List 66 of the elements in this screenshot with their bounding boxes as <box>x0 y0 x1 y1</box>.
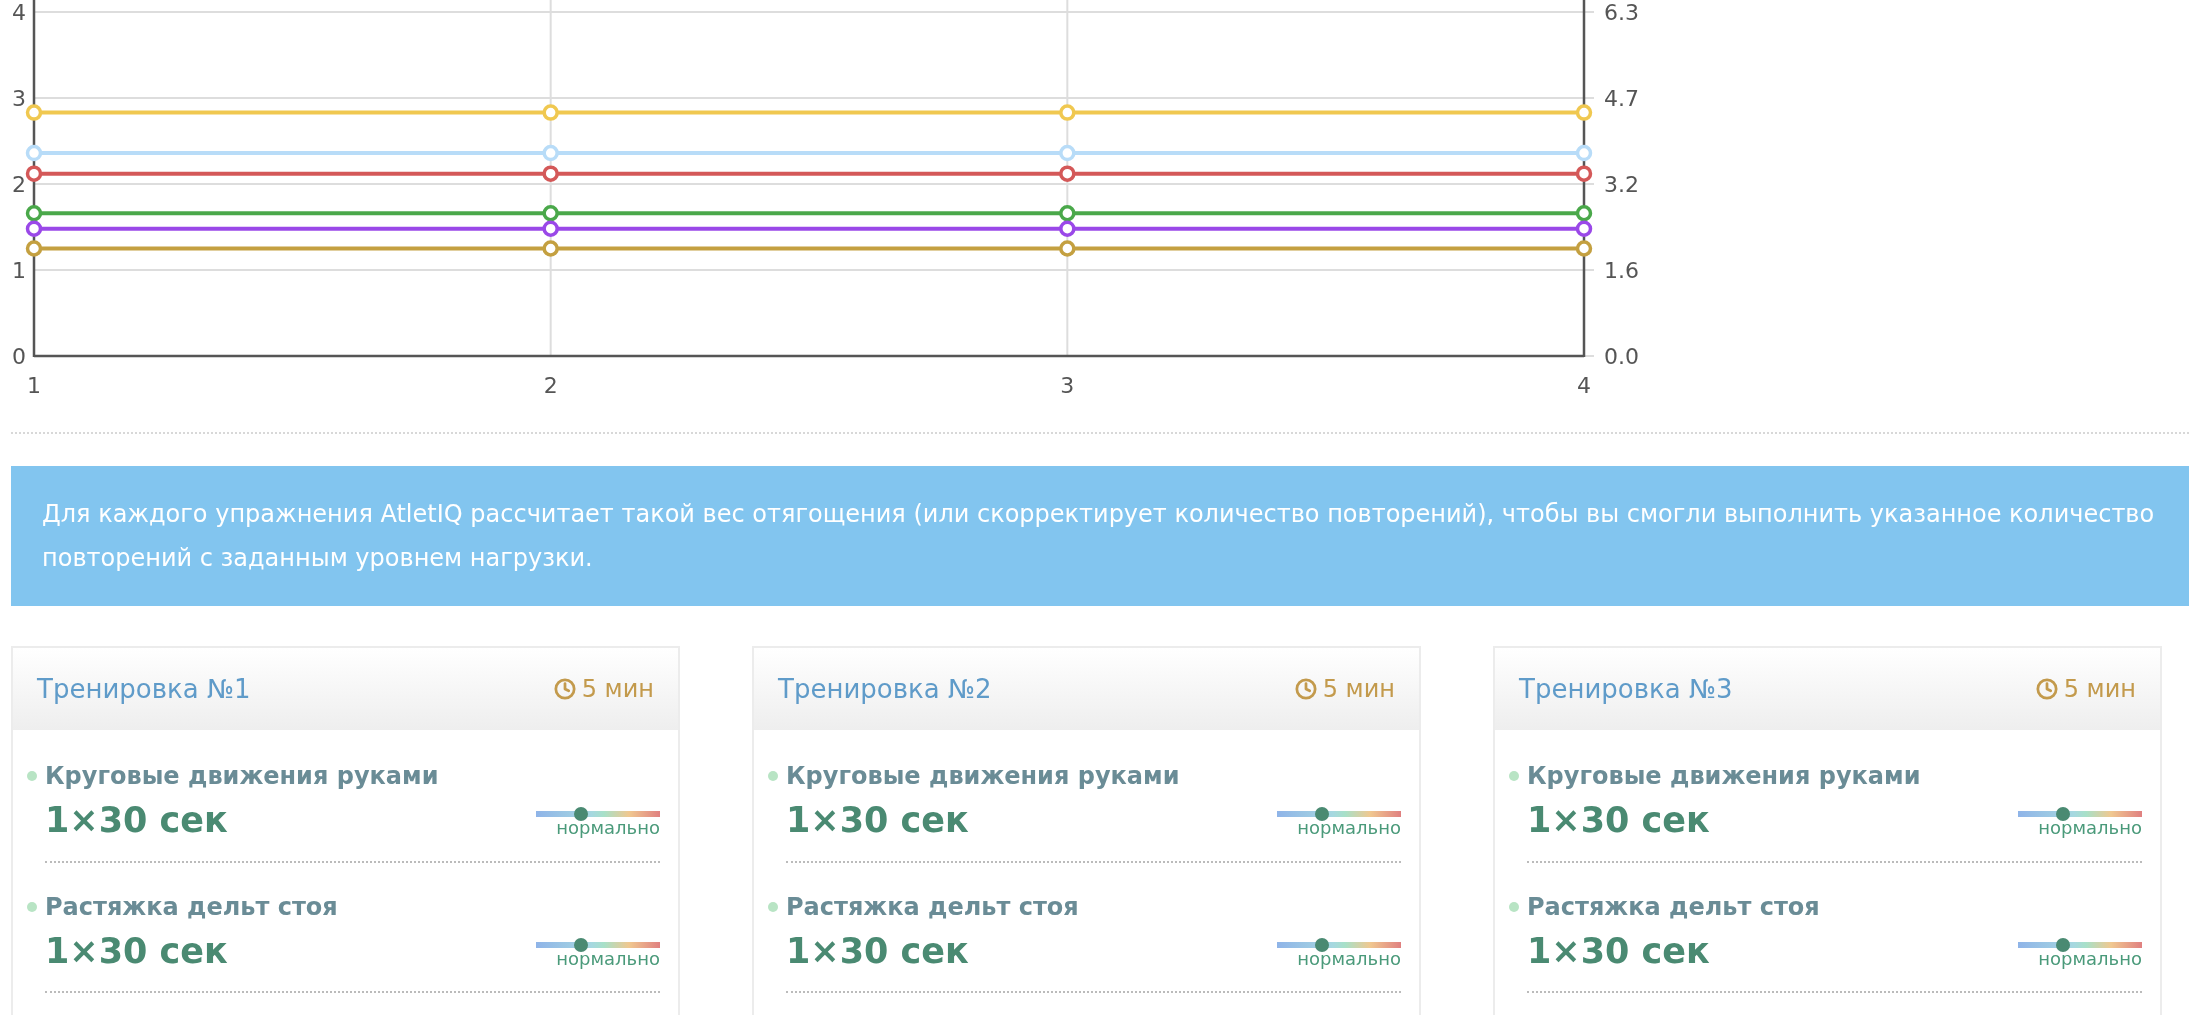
exercise-name: Растяжка дельт стоя <box>1527 891 1820 923</box>
intensity-label: нормально <box>556 949 660 968</box>
data-point <box>1575 220 1593 237</box>
x-tick-label: 4 <box>1577 373 1591 398</box>
data-point <box>542 220 559 237</box>
y-tick-label: 2 <box>12 172 26 197</box>
data-point <box>1059 205 1076 222</box>
y-tick-label: 4.7 <box>1604 86 1639 111</box>
data-point <box>1575 104 1593 121</box>
exercise-amount: 1×30 сек <box>786 799 969 842</box>
exercise-name: Круговые движения руками <box>45 761 439 792</box>
y-tick-label: 0 <box>12 344 26 369</box>
info-banner: Для каждого упражнения AtletIQ рассчитает такой вес отягощения (или скорректирует количество повторений), чтобы вы смогли выполнить указанное количество повторений с заданным уровнем нагрузки. <box>11 466 2189 606</box>
exercise-name: Круговые движения руками <box>1527 761 1921 792</box>
data-point <box>1575 205 1593 222</box>
exercise-amount: 1×30 сек <box>45 929 228 973</box>
workout-duration: 5 мин <box>1322 674 1395 705</box>
clock-icon <box>2035 678 2058 700</box>
workout-title: Тренировка №3 <box>1519 672 1733 706</box>
data-point <box>1059 104 1076 121</box>
data-point <box>25 220 43 237</box>
exercise-name: Растяжка дельт стоя <box>786 891 1079 923</box>
y-tick-label: 4 <box>12 0 26 25</box>
data-point <box>1575 144 1593 162</box>
data-point <box>1059 220 1076 237</box>
workout-title: Тренировка №1 <box>37 672 251 706</box>
exercise-amount: 1×30 сек <box>45 799 228 842</box>
data-point <box>25 144 43 162</box>
y-tick-label: 3.2 <box>1604 172 1639 197</box>
data-point <box>1575 240 1593 257</box>
data-point <box>1059 165 1076 182</box>
exercise-amount: 1×30 сек <box>1527 929 1710 973</box>
x-tick-label: 2 <box>543 373 558 398</box>
intensity-label: нормально <box>1297 819 1401 838</box>
x-tick-label: 3 <box>1060 373 1075 398</box>
x-tick-label: 1 <box>27 373 41 398</box>
y-tick-label: 1.6 <box>1604 258 1639 283</box>
clock-icon <box>1294 678 1317 700</box>
exercise-name: Круговые движения руками <box>786 761 1180 792</box>
workout-title: Тренировка №2 <box>778 672 992 706</box>
data-point <box>542 240 559 257</box>
exercise-name: Растяжка дельт стоя <box>45 891 338 923</box>
intensity-label: нормально <box>2038 949 2142 968</box>
clock-icon <box>553 678 576 700</box>
data-point <box>542 104 559 121</box>
intensity-label: нормально <box>1297 949 1401 968</box>
data-point <box>542 144 559 162</box>
data-point <box>1059 240 1076 257</box>
y-tick-label: 3 <box>12 86 26 111</box>
y-tick-label: 1 <box>12 258 26 283</box>
data-point <box>25 104 43 121</box>
y-tick-label: 0.0 <box>1604 344 1639 369</box>
exercise-amount: 1×30 сек <box>1527 799 1710 842</box>
data-point <box>542 165 559 182</box>
workout-duration: 5 мин <box>581 674 654 705</box>
exercise-amount: 1×30 сек <box>786 929 969 973</box>
data-point <box>1575 165 1593 182</box>
intensity-label: нормально <box>556 819 660 838</box>
workout-duration: 5 мин <box>2063 674 2136 705</box>
data-point <box>25 205 43 222</box>
data-point <box>25 240 43 257</box>
intensity-label: нормально <box>2038 819 2142 838</box>
y-tick-label: 6.3 <box>1604 0 1639 25</box>
data-point <box>542 205 559 222</box>
data-point <box>1059 144 1076 162</box>
data-point <box>25 165 43 182</box>
